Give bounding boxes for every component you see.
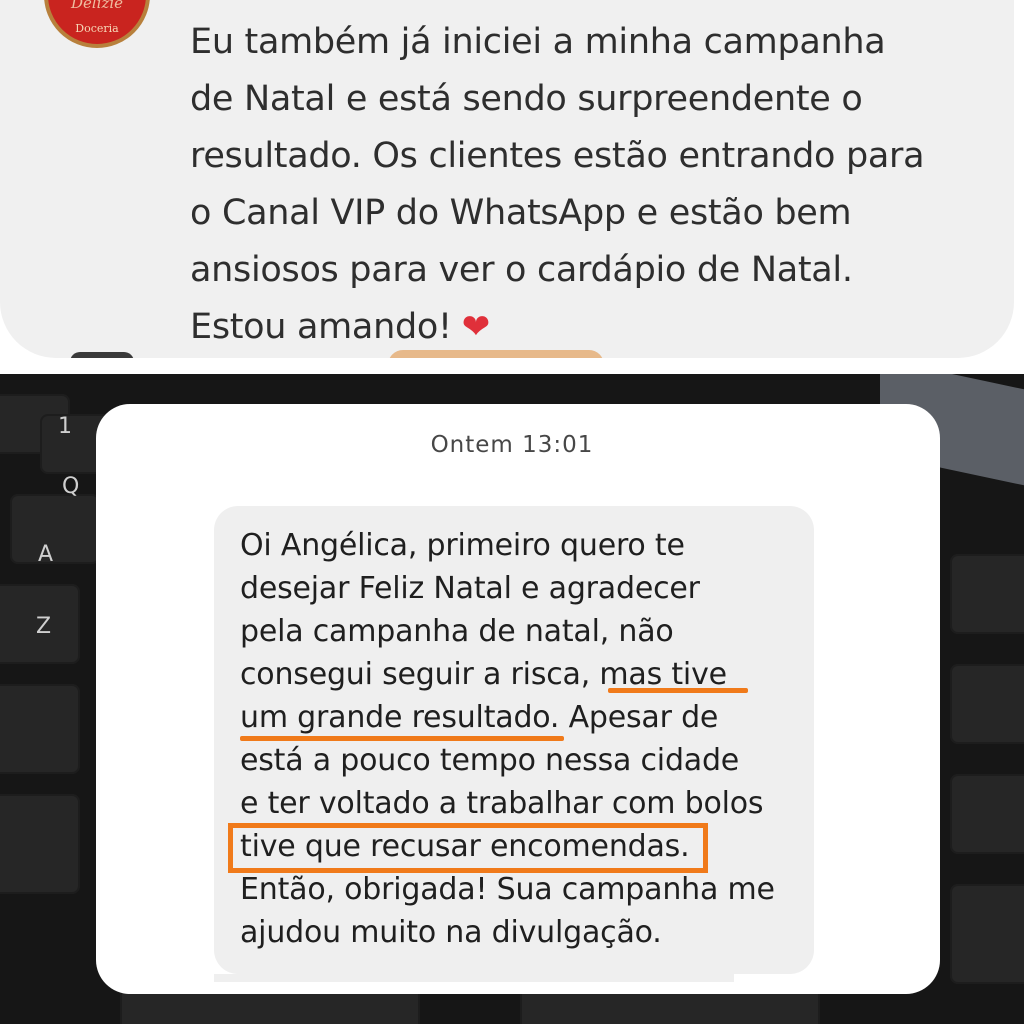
highlight-box bbox=[228, 823, 708, 873]
comment-line: de Natal e está sendo surpreendente o bbox=[190, 79, 863, 119]
key-label: A bbox=[38, 542, 54, 567]
message-line: ajudou muito na divulgação. bbox=[240, 915, 662, 950]
keyboard-key bbox=[0, 684, 80, 774]
keyboard-key bbox=[950, 884, 1024, 984]
highlight-underline bbox=[608, 688, 748, 693]
message-line: pela campanha de natal, não bbox=[240, 614, 674, 649]
comment-screenshot: Delizie Doceria Eu também já iniciei a m… bbox=[0, 0, 1024, 358]
comment-line: Estou amando! bbox=[190, 307, 452, 347]
panel-divider bbox=[0, 358, 1024, 374]
avatar-logo-script: Delizie bbox=[70, 0, 124, 12]
keyboard-key bbox=[950, 554, 1024, 634]
next-message-bubble bbox=[214, 974, 734, 982]
heart-emoji-icon: ❤ bbox=[461, 307, 491, 347]
comment-line-last: Estou amando! ❤ bbox=[190, 299, 990, 356]
comment-line: resultado. Os clientes estão entrando pa… bbox=[190, 136, 925, 176]
message-line: e ter voltado a trabalhar com bolos bbox=[240, 786, 764, 821]
keyboard-key bbox=[10, 494, 100, 564]
comment-text: Eu também já iniciei a minha campanha de… bbox=[190, 14, 990, 356]
message-line: está a pouco tempo nessa cidade bbox=[240, 743, 740, 778]
reaction-button[interactable] bbox=[388, 350, 604, 358]
message-line: desejar Feliz Natal e agradecer bbox=[240, 571, 700, 606]
keyboard-key bbox=[950, 664, 1024, 744]
comment-line: o Canal VIP do WhatsApp e estão bem bbox=[190, 193, 852, 233]
keyboard-key bbox=[950, 774, 1024, 854]
message-line: Oi Angélica, primeiro quero te bbox=[240, 528, 685, 563]
message-timestamp: Ontem 13:01 bbox=[430, 432, 594, 458]
message-line: um grande resultado. Apesar de bbox=[240, 700, 719, 735]
avatar-logo-sub: Doceria bbox=[75, 22, 119, 35]
comment-line: ansiosos para ver o cardápio de Natal. bbox=[190, 250, 853, 290]
keyboard-key bbox=[0, 794, 80, 894]
message-line: Então, obrigada! Sua campanha me bbox=[240, 872, 775, 907]
highlight-underline bbox=[240, 736, 564, 741]
key-label: Z bbox=[36, 614, 52, 639]
comment-line: Eu também já iniciei a minha campanha bbox=[190, 22, 886, 62]
key-label: Q bbox=[62, 474, 80, 499]
